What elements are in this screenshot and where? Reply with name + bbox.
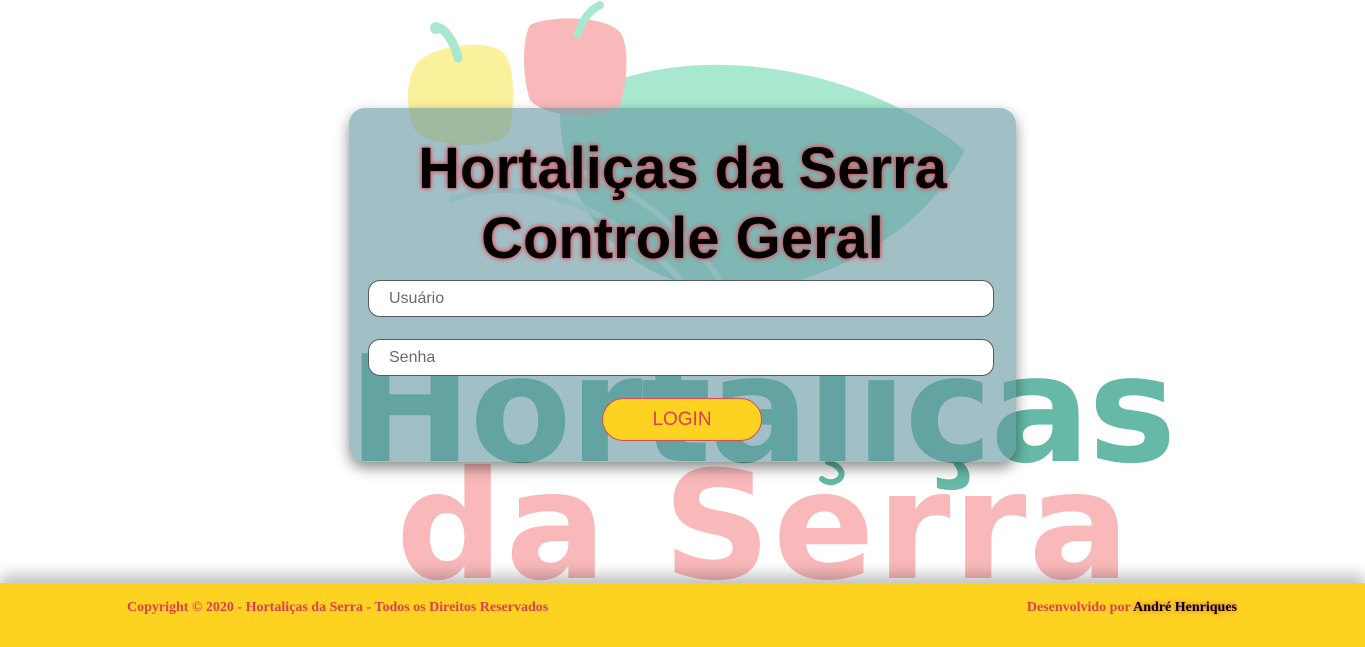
developer-name-link[interactable]: André Henriques	[1133, 600, 1237, 615]
username-input[interactable]	[368, 280, 994, 317]
developed-by-label: Desenvolvido por	[1026, 600, 1131, 615]
password-input[interactable]	[368, 339, 994, 376]
login-page: Hortaliças da Serra Hortaliças da Serra …	[0, 0, 1365, 647]
copyright-text: Copyright © 2020 - Hortaliças da Serra -…	[127, 600, 549, 615]
footer: Copyright © 2020 - Hortaliças da Serra -…	[0, 583, 1365, 647]
brand-logo-word-da-serra: da Serra	[396, 440, 1132, 614]
title-line-2: Controle Geral	[481, 206, 884, 271]
login-button[interactable]: LOGIN	[602, 398, 762, 441]
login-card: Hortaliças da Serra Controle Geral LOGIN	[349, 108, 1016, 462]
red-pepper-shape	[524, 1, 627, 116]
developer-credit: Desenvolvido por André Henriques	[1027, 600, 1237, 616]
page-title: Hortaliças da Serra Controle Geral	[349, 134, 1016, 274]
title-line-1: Hortaliças da Serra	[418, 136, 947, 201]
